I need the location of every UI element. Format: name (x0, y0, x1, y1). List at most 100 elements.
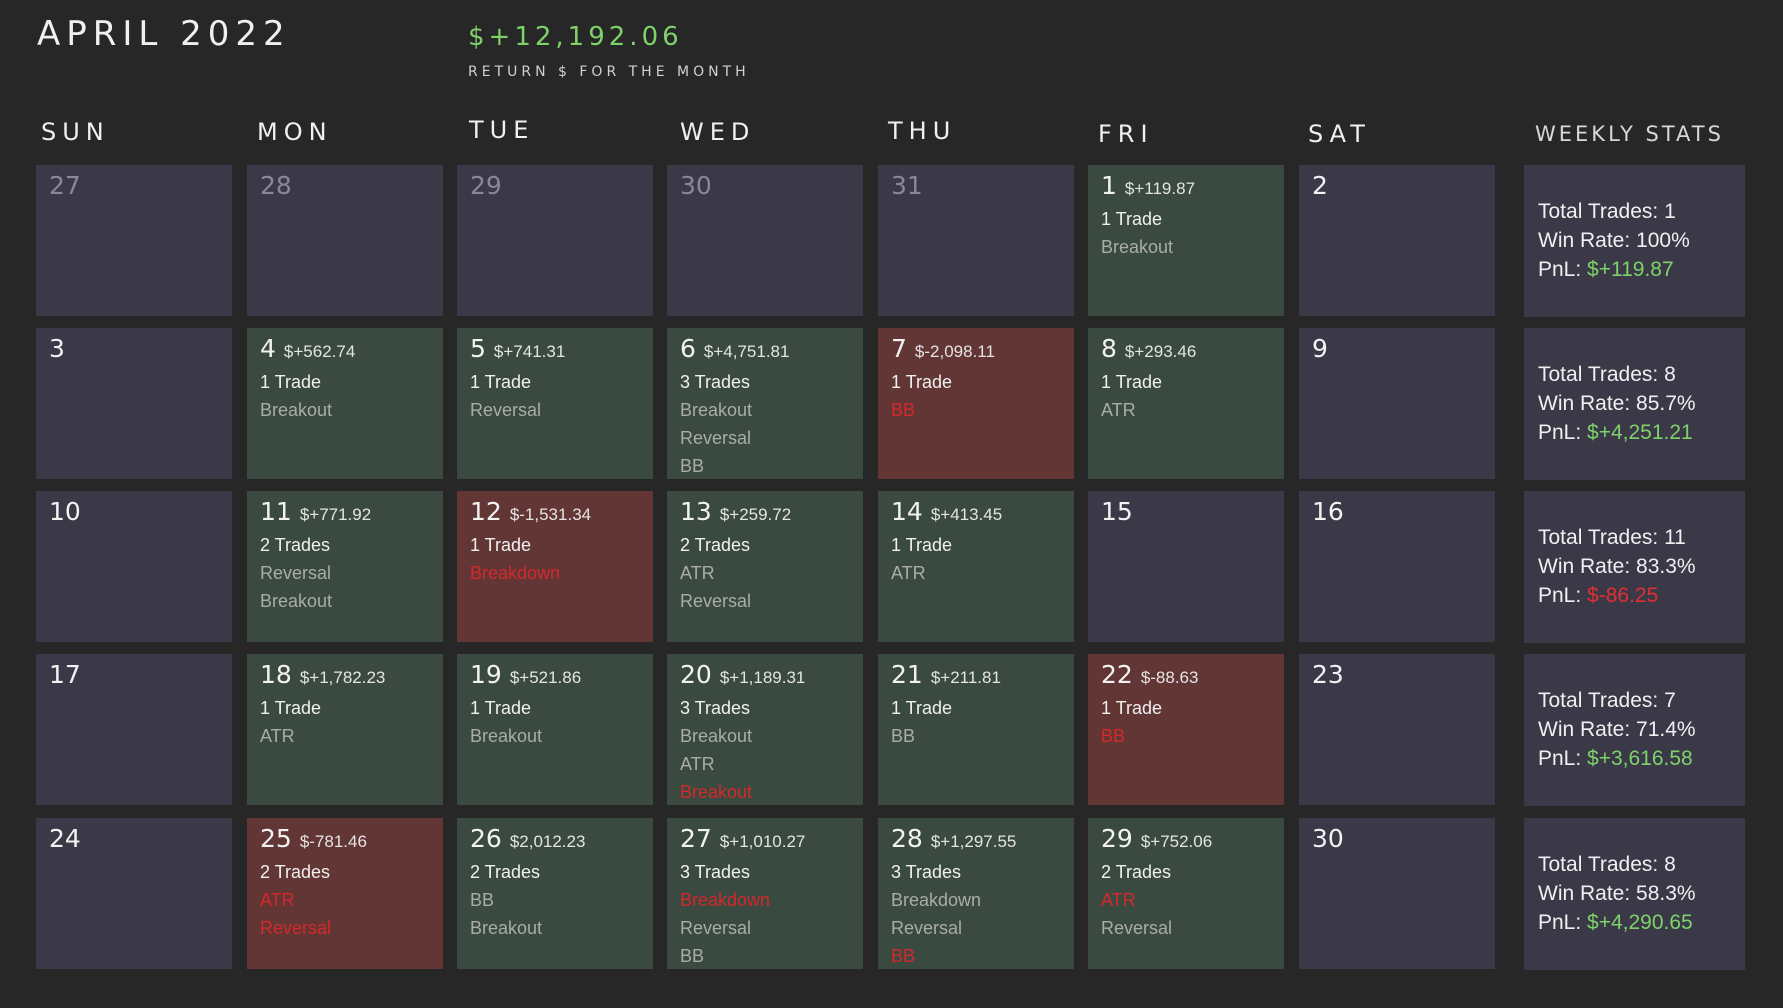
day-cell[interactable]: 14 $+413.45 1 Trade ATR (878, 491, 1074, 642)
day-trade-count: 2 Trades (260, 862, 331, 882)
day-cell[interactable]: 27 (36, 165, 232, 316)
day-number: 23 (1312, 660, 1344, 689)
day-trade-count: 3 Trades (680, 862, 751, 882)
day-cell[interactable]: 11 $+771.92 2 Trades Reversal Breakout (247, 491, 443, 642)
day-cell[interactable]: 12 $-1,531.34 1 Trade Breakdown (457, 491, 653, 642)
strategy-tag: Breakout (680, 726, 753, 746)
day-number: 5 (470, 334, 486, 363)
day-number: 27 (49, 171, 81, 200)
weekly-pnl-label: PnL: (1538, 584, 1588, 607)
day-cell-header: 2 (1312, 171, 1482, 203)
day-cell[interactable]: 29 (457, 165, 653, 316)
day-pnl: $+771.92 (299, 505, 372, 524)
day-cell[interactable]: 31 (878, 165, 1074, 316)
day-cell-header: 24 (49, 824, 219, 856)
day-number: 28 (891, 824, 923, 853)
day-pnl: $-88.63 (1140, 668, 1199, 687)
day-cell[interactable]: 15 (1088, 491, 1284, 642)
day-number: 27 (680, 824, 712, 853)
day-trade-count: 2 Trades (260, 535, 331, 555)
day-pnl: $+211.81 (930, 668, 1001, 687)
day-cell-header: 16 (1312, 497, 1482, 529)
day-number: 22 (1101, 660, 1133, 689)
day-cell-header: 4 $+562.74 (260, 334, 430, 366)
day-cell[interactable]: 22 $-88.63 1 Trade BB (1088, 654, 1284, 805)
weekly-win-rate-label: Win Rate: (1538, 555, 1637, 578)
day-cell[interactable]: 16 (1299, 491, 1495, 642)
day-cell-header: 10 (49, 497, 219, 529)
day-trade-count: 1 Trade (260, 372, 322, 392)
day-cell[interactable]: 25 $-781.46 2 Trades ATR Reversal (247, 818, 443, 969)
day-number: 15 (1101, 497, 1133, 526)
day-cell[interactable]: 21 $+211.81 1 Trade BB (878, 654, 1074, 805)
day-pnl: $+741.31 (493, 342, 566, 361)
strategy-tag: Reversal (891, 918, 963, 938)
day-cell[interactable]: 24 (36, 818, 232, 969)
day-cell[interactable]: 5 $+741.31 1 Trade Reversal (457, 328, 653, 479)
day-trade-count: 1 Trade (260, 698, 322, 718)
day-cell[interactable]: 28 (247, 165, 443, 316)
day-cell[interactable]: 7 $-2,098.11 1 Trade BB (878, 328, 1074, 479)
day-trade-count: 2 Trades (680, 535, 751, 555)
day-number: 30 (680, 171, 712, 200)
day-cell[interactable]: 30 (667, 165, 863, 316)
day-cell[interactable]: 9 (1299, 328, 1495, 479)
day-cell[interactable]: 26 $2,012.23 2 Trades BB Breakout (457, 818, 653, 969)
day-number: 25 (260, 824, 292, 853)
day-cell[interactable]: 10 (36, 491, 232, 642)
page-title: APRIL 2022 (37, 14, 291, 54)
day-trade-count: 1 Trade (470, 698, 532, 718)
day-cell[interactable]: 2 (1299, 165, 1495, 316)
weekly-total-trades-label: Total Trades: (1538, 853, 1665, 876)
day-pnl: $2,012.23 (509, 832, 586, 851)
weekday-header-sun: SUN (41, 118, 110, 146)
day-cell[interactable]: 30 (1299, 818, 1495, 969)
day-pnl: $+293.46 (1124, 342, 1197, 361)
day-number: 28 (260, 171, 292, 200)
day-cell[interactable]: 20 $+1,189.31 3 Trades Breakout ATR Breakout (667, 654, 863, 805)
day-trade-count: 1 Trade (470, 535, 532, 555)
weekly-win-rate: Win Rate: 58.3% (1538, 879, 1731, 908)
day-cell-header: 14 $+413.45 (891, 497, 1061, 529)
weekly-pnl-value: $+3,616.58 (1587, 747, 1693, 770)
day-cell-header: 26 $2,012.23 (470, 824, 640, 856)
day-cell[interactable]: 8 $+293.46 1 Trade ATR (1088, 328, 1284, 479)
day-cell[interactable]: 27 $+1,010.27 3 Trades Breakdown Reversal BB (667, 818, 863, 969)
day-cell[interactable]: 29 $+752.06 2 Trades ATR Reversal (1088, 818, 1284, 969)
day-cell-header: 27 (49, 171, 219, 203)
day-cell[interactable]: 23 (1299, 654, 1495, 805)
day-cell[interactable]: 1 $+119.87 1 Trade Breakout (1088, 165, 1284, 316)
day-cell-header: 15 (1101, 497, 1271, 529)
strategy-tag: Breakout (1101, 237, 1174, 257)
day-number: 1 (1101, 171, 1117, 200)
weekly-pnl-label: PnL: (1538, 421, 1588, 444)
day-cell[interactable]: 28 $+1,297.55 3 Trades Breakdown Reversal BB (878, 818, 1074, 969)
weekday-header-fri: FRI (1098, 120, 1154, 148)
day-trade-count: 3 Trades (680, 698, 751, 718)
day-cell-header: 19 $+521.86 (470, 660, 640, 692)
day-trade-count: 1 Trade (1101, 372, 1163, 392)
day-cell[interactable]: 19 $+521.86 1 Trade Breakout (457, 654, 653, 805)
strategy-tag: ATR (260, 890, 295, 910)
day-pnl: $+4,751.81 (703, 342, 790, 361)
day-cell[interactable]: 17 (36, 654, 232, 805)
day-cell-header: 20 $+1,189.31 (680, 660, 850, 692)
day-cell[interactable]: 6 $+4,751.81 3 Trades Breakout Reversal BB (667, 328, 863, 479)
weekly-pnl: PnL: $+4,251.21 (1538, 418, 1731, 447)
day-cell[interactable]: 18 $+1,782.23 1 Trade ATR (247, 654, 443, 805)
strategy-tag: Reversal (680, 428, 752, 448)
weekly-stats-header: WEEKLY STATS (1535, 122, 1724, 146)
day-cell-header: 29 (470, 171, 640, 203)
day-cell-header: 23 (1312, 660, 1482, 692)
day-number: 14 (891, 497, 923, 526)
weekly-win-rate: Win Rate: 83.3% (1538, 552, 1731, 581)
day-cell-header: 3 (49, 334, 219, 366)
strategy-tag: ATR (680, 754, 715, 774)
day-cell[interactable]: 3 (36, 328, 232, 479)
weekly-win-rate-value: 71.4% (1636, 718, 1696, 741)
day-cell[interactable]: 13 $+259.72 2 Trades ATR Reversal (667, 491, 863, 642)
strategy-tag: BB (891, 726, 916, 746)
day-cell[interactable]: 4 $+562.74 1 Trade Breakout (247, 328, 443, 479)
day-number: 2 (1312, 171, 1328, 200)
strategy-tag: Breakout (260, 591, 333, 611)
